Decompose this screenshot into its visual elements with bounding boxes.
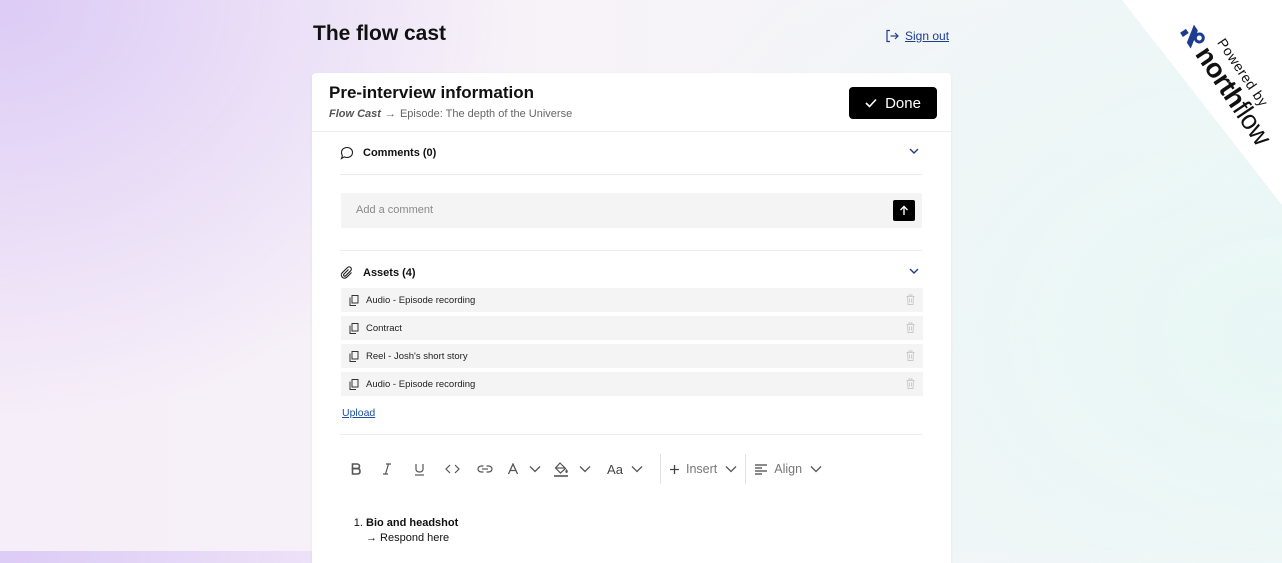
link-icon [477, 465, 493, 473]
chevron-down-icon [810, 466, 822, 473]
divider [340, 250, 922, 251]
insert-label: Insert [686, 462, 718, 476]
comments-section-header[interactable]: Comments (0) [340, 141, 922, 165]
assets-header-label: Assets (4) [363, 267, 416, 279]
list-item-title: Bio and headshot [366, 517, 459, 529]
check-icon [865, 98, 877, 108]
chevron-down-icon[interactable] [908, 145, 920, 157]
italic-button[interactable] [370, 456, 403, 482]
paperclip-icon [340, 265, 356, 281]
trash-icon[interactable] [906, 294, 915, 305]
breadcrumb: Flow Cast → Episode: The depth of the Un… [329, 108, 572, 120]
align-dropdown[interactable]: Align [754, 456, 822, 482]
trash-icon[interactable] [906, 378, 915, 389]
document-icon [349, 350, 359, 362]
trash-icon[interactable] [906, 322, 915, 333]
toolbar-separator [745, 454, 747, 484]
sign-out-link[interactable]: Sign out [885, 29, 949, 43]
powered-by-banner: Powered by northflow [1122, 0, 1282, 205]
asset-label: Audio - Episode recording [366, 294, 476, 306]
comment-input[interactable] [354, 203, 878, 217]
list-item: Bio and headshot → Respond here [366, 516, 458, 546]
sign-out-label: Sign out [905, 29, 950, 43]
font-size-label: Aa [607, 461, 623, 477]
breadcrumb-arrow: → [384, 108, 396, 120]
text-color-icon [507, 463, 519, 475]
underline-icon [415, 463, 424, 476]
divider [340, 434, 922, 435]
code-icon [444, 464, 460, 474]
bold-button[interactable] [342, 456, 370, 482]
page-title: The flow cast [313, 22, 447, 45]
code-button[interactable] [436, 456, 468, 482]
asset-item[interactable]: Contract [341, 316, 923, 340]
toolbar-separator [660, 454, 661, 484]
chevron-down-icon[interactable] [908, 265, 920, 277]
comment-icon [340, 145, 356, 161]
asset-item[interactable]: Audio - Episode recording [341, 288, 923, 312]
divider [340, 174, 922, 175]
align-left-icon [755, 463, 768, 475]
done-label: Done [885, 94, 921, 112]
asset-item[interactable]: Reel - Josh's short story [341, 344, 923, 368]
insert-dropdown[interactable]: Insert [669, 456, 737, 482]
trash-icon[interactable] [906, 350, 915, 361]
card-title: Pre-interview information [329, 83, 534, 102]
breadcrumb-episode: Episode: The depth of the Universe [399, 108, 573, 120]
comments-header-label: Comments (0) [363, 147, 437, 159]
asset-item[interactable]: Audio - Episode recording [341, 372, 923, 396]
done-button[interactable]: Done [849, 87, 937, 119]
chevron-down-icon [725, 466, 737, 473]
document-icon [349, 294, 359, 306]
underline-button[interactable] [403, 456, 436, 482]
text-color-dropdown[interactable] [502, 456, 546, 482]
sign-out-icon [886, 29, 899, 43]
bold-icon [351, 463, 361, 475]
arrow-up-icon [900, 205, 908, 215]
highlight-color-dropdown[interactable] [546, 456, 598, 482]
document-icon [349, 378, 359, 390]
editor-toolbar: Aa Insert Align [342, 454, 822, 484]
document-icon [349, 322, 359, 334]
breadcrumb-show[interactable]: Flow Cast [329, 108, 381, 120]
upload-link[interactable]: Upload [342, 407, 375, 419]
italic-icon [382, 463, 391, 475]
pre-interview-card: Pre-interview information Flow Cast → Ep… [312, 73, 951, 563]
asset-label: Audio - Episode recording [366, 378, 476, 390]
align-label: Align [774, 462, 803, 476]
assets-section-header[interactable]: Assets (4) [340, 261, 922, 285]
paint-bucket-icon [554, 461, 568, 477]
rich-text-editor[interactable]: Bio and headshot → Respond here [354, 516, 458, 546]
plus-icon [670, 464, 679, 474]
powered-by-content: Powered by northflow [1170, 6, 1282, 156]
chevron-down-icon [579, 466, 591, 473]
comment-box [341, 193, 922, 228]
send-comment-button[interactable] [893, 200, 915, 221]
chevron-down-icon [529, 466, 541, 473]
asset-label: Contract [366, 322, 402, 334]
chevron-down-icon [631, 466, 643, 473]
editor-list: Bio and headshot → Respond here [354, 516, 458, 546]
link-button[interactable] [468, 456, 502, 482]
asset-label: Reel - Josh's short story [366, 350, 468, 362]
card-header: Pre-interview information Flow Cast → Ep… [312, 73, 951, 132]
font-size-dropdown[interactable]: Aa [598, 456, 652, 482]
list-item-response: → Respond here [366, 532, 450, 544]
